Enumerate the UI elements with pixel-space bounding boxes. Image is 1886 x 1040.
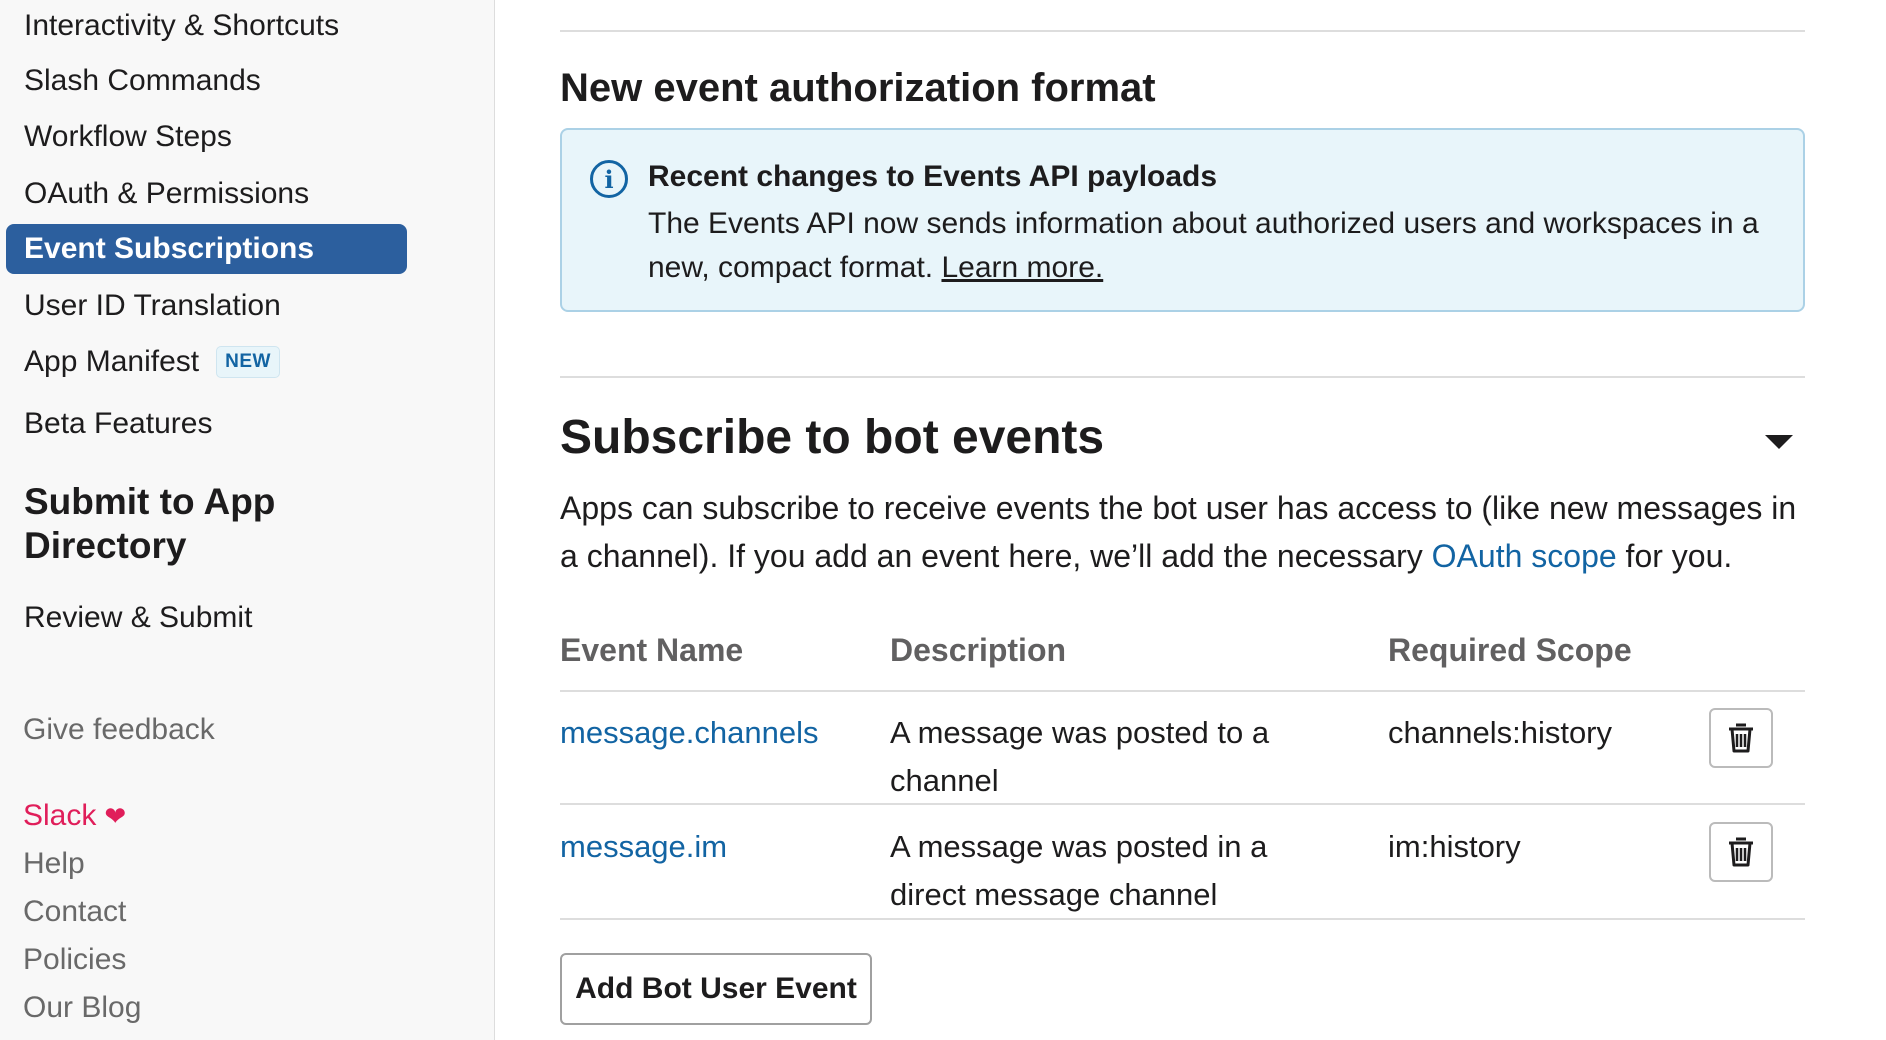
sidebar-item-label: App Manifest xyxy=(24,345,200,378)
sidebar-item-app-manifest[interactable]: App Manifest NEW xyxy=(6,337,407,387)
submit-section-heading: Submit to App Directory xyxy=(24,481,276,566)
sidebar-item-label: Interactivity & Shortcuts xyxy=(24,9,340,42)
divider xyxy=(560,30,1805,32)
info-icon: i xyxy=(590,160,628,198)
sidebar-item-event-subscriptions[interactable]: Event Subscriptions xyxy=(6,224,407,274)
add-bot-user-event-button[interactable]: Add Bot User Event xyxy=(560,953,872,1025)
event-name-link[interactable]: message.channels xyxy=(560,709,819,757)
column-header-description: Description xyxy=(890,632,1067,668)
sidebar: Interactivity & Shortcuts Slash Commands… xyxy=(0,0,495,1040)
sidebar-item-label: Slash Commands xyxy=(24,64,261,97)
sidebar-item-label: Beta Features xyxy=(24,407,213,440)
delete-event-button[interactable] xyxy=(1709,822,1773,882)
learn-more-link[interactable]: Learn more. xyxy=(941,251,1103,284)
info-body: The Events API now sends information abo… xyxy=(648,202,1768,290)
sidebar-item-slash-commands[interactable]: Slash Commands xyxy=(6,56,407,106)
sidebar-item-label: Event Subscriptions xyxy=(24,232,315,265)
slack-label: Slack xyxy=(23,799,97,832)
our-blog-link[interactable]: Our Blog xyxy=(23,991,141,1025)
column-header-required-scope: Required Scope xyxy=(1388,632,1632,668)
sidebar-item-interactivity[interactable]: Interactivity & Shortcuts xyxy=(6,1,407,51)
sidebar-item-review-submit[interactable]: Review & Submit xyxy=(6,593,407,643)
table-divider xyxy=(560,803,1805,805)
policies-link[interactable]: Policies xyxy=(23,943,126,977)
trash-icon xyxy=(1729,723,1753,753)
desc-text: for you. xyxy=(1625,538,1733,574)
contact-link[interactable]: Contact xyxy=(23,895,126,929)
column-header-event-name: Event Name xyxy=(560,632,744,668)
sidebar-item-label: OAuth & Permissions xyxy=(24,177,310,210)
table-divider xyxy=(560,918,1805,920)
event-description: A message was posted to a channel xyxy=(890,715,1270,798)
trash-icon xyxy=(1729,837,1753,867)
sidebar-item-label: Workflow Steps xyxy=(24,120,232,153)
delete-event-button[interactable] xyxy=(1709,708,1773,768)
event-scope: im:history xyxy=(1388,829,1521,864)
slack-footer-link[interactable]: Slack ❤ xyxy=(23,799,126,833)
event-description: A message was posted in a direct message… xyxy=(890,829,1268,912)
info-title: Recent changes to Events API payloads xyxy=(648,160,1218,193)
table-divider xyxy=(560,690,1805,692)
bot-events-description: Apps can subscribe to receive events the… xyxy=(560,484,1805,580)
sidebar-item-beta-features[interactable]: Beta Features xyxy=(6,399,407,449)
help-link[interactable]: Help xyxy=(23,847,85,881)
sidebar-item-workflow-steps[interactable]: Workflow Steps xyxy=(6,112,407,162)
auth-format-heading: New event authorization format xyxy=(560,66,1156,110)
sidebar-item-oauth-permissions[interactable]: OAuth & Permissions xyxy=(6,169,407,219)
info-banner: i Recent changes to Events API payloads … xyxy=(560,128,1805,312)
event-scope: channels:history xyxy=(1388,715,1613,750)
new-badge: NEW xyxy=(216,346,280,378)
bot-events-heading: Subscribe to bot events xyxy=(560,411,1105,464)
info-body-text: The Events API now sends information abo… xyxy=(648,207,1759,284)
event-name-link[interactable]: message.im xyxy=(560,823,727,871)
main-content: New event authorization format i Recent … xyxy=(495,0,1886,1040)
collapse-caret-icon[interactable] xyxy=(1765,435,1793,449)
oauth-scope-link[interactable]: OAuth scope xyxy=(1432,538,1617,574)
sidebar-item-label: Review & Submit xyxy=(24,601,253,634)
divider xyxy=(560,376,1805,378)
heart-icon: ❤ xyxy=(104,800,127,831)
sidebar-item-label: User ID Translation xyxy=(24,289,281,322)
give-feedback-link[interactable]: Give feedback xyxy=(23,713,215,747)
sidebar-item-user-id-translation[interactable]: User ID Translation xyxy=(6,281,407,331)
